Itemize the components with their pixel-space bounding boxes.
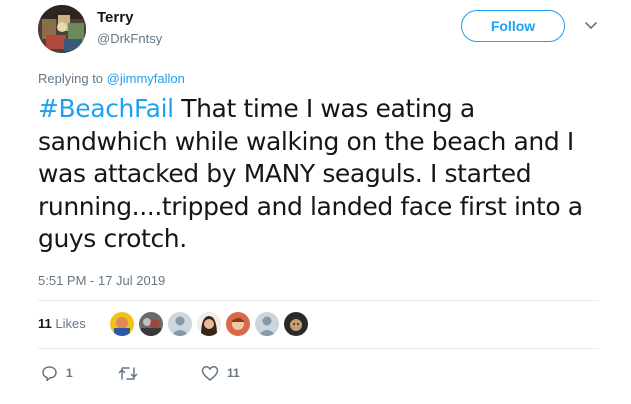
- liker-avatars: [110, 312, 313, 336]
- retweet-icon: [118, 366, 138, 380]
- like-count: 11: [227, 366, 240, 380]
- reply-button[interactable]: 1: [41, 364, 73, 382]
- likes-count-label: Likes: [55, 316, 86, 331]
- liker-avatar[interactable]: [197, 312, 221, 336]
- tweet-text: #BeachFail That time I was eating a sand…: [38, 93, 598, 256]
- avatar[interactable]: [38, 5, 86, 53]
- reply-icon: [42, 365, 57, 381]
- liker-avatar[interactable]: [255, 312, 279, 336]
- liker-avatar[interactable]: [110, 312, 134, 336]
- like-button[interactable]: 11: [201, 364, 240, 382]
- display-name[interactable]: Terry: [97, 9, 133, 26]
- user-handle[interactable]: @DrkFntsy: [97, 31, 162, 46]
- replying-to: Replying to @jimmyfallon: [38, 71, 185, 86]
- chevron-down-icon[interactable]: [584, 21, 598, 31]
- liker-avatar[interactable]: [284, 312, 308, 336]
- retweet-button[interactable]: [118, 364, 146, 382]
- follow-button[interactable]: Follow: [461, 10, 565, 42]
- heart-icon: [201, 365, 219, 381]
- liker-avatar[interactable]: [139, 312, 163, 336]
- hashtag-link[interactable]: #BeachFail: [38, 94, 174, 123]
- liker-avatar[interactable]: [226, 312, 250, 336]
- replying-to-prefix: Replying to: [38, 71, 107, 86]
- mention-link[interactable]: @jimmyfallon: [107, 71, 185, 86]
- timestamp[interactable]: 5:51 PM - 17 Jul 2019: [38, 273, 165, 288]
- divider: [38, 300, 599, 301]
- reply-count: 1: [66, 366, 73, 380]
- likes-count-number: 11: [38, 316, 52, 331]
- liker-avatar[interactable]: [168, 312, 192, 336]
- tweet-card: Terry @DrkFntsy Follow Replying to @jimm…: [0, 0, 631, 404]
- likes-count[interactable]: 11 Likes: [38, 316, 86, 331]
- divider: [38, 348, 599, 349]
